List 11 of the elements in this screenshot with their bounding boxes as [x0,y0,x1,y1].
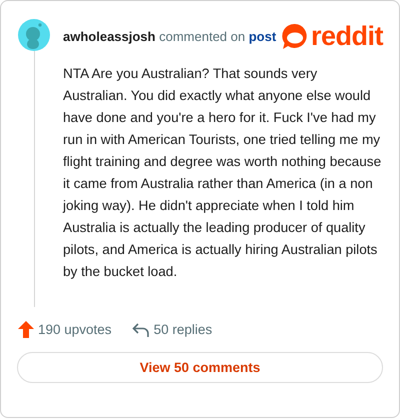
avatar [18,19,50,51]
view-comments-button[interactable]: View 50 comments [17,352,383,383]
comment-text: NTA Are you Australian? That sounds very Australian. You did exactly what anyone else would have done and you're a hero for it. Fuck I've had my run in with American Tourists, one tried telling me my flight training and degree was worth nothing because it came from Australia rather than America (in a non joking way). He didn't appreciate when I told him Australia is actually the leading producer of quality pilots, and America is actually hiring Australian pilots by the bucket load. [63,65,382,281]
upvote-count: 190 upvotes [38,322,112,337]
post-link[interactable]: post [248,28,276,44]
speech-bubble-icon [282,22,308,50]
reply-count: 50 replies [154,322,212,337]
logo-wordmark: reddit [310,20,383,52]
upvote-icon[interactable] [18,321,34,338]
reply-icon[interactable] [132,322,150,338]
comment-byline: awholeassjosh commented on post [63,28,276,44]
